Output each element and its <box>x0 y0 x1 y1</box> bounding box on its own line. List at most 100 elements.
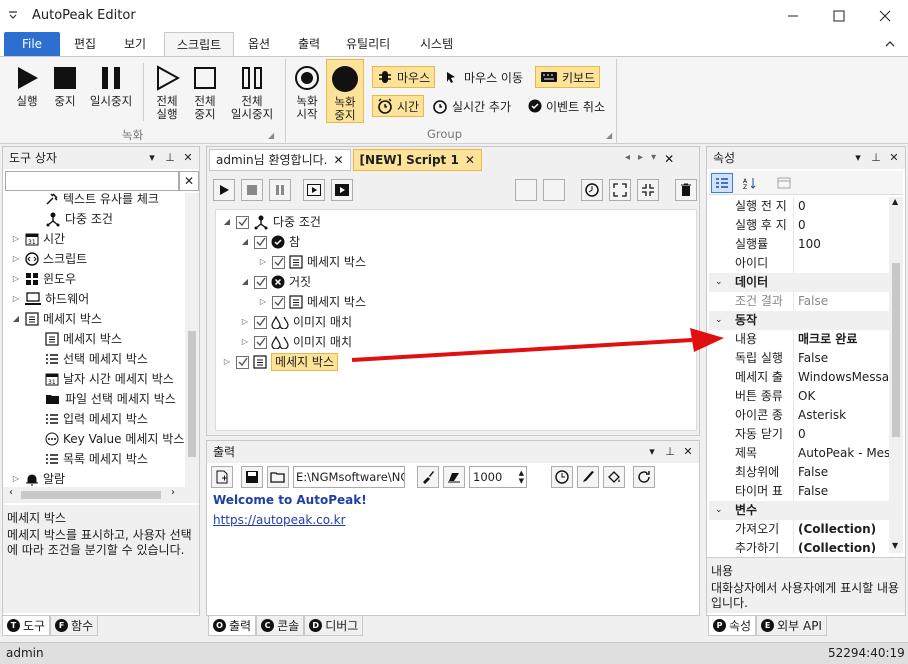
mouse-toggle[interactable]: 마우스 <box>372 66 436 88</box>
group-launcher-icon[interactable]: ◢ <box>268 131 274 140</box>
realtime-add-toggle[interactable]: 실시간 추가 <box>428 95 515 117</box>
mouse-move-toggle[interactable]: 마우스 이동 <box>440 66 527 88</box>
property-category[interactable]: ⌄ 데이터 <box>709 273 889 292</box>
property-value[interactable]: (Collection) <box>793 520 889 539</box>
property-value[interactable]: AutoPeak - Messa <box>793 444 889 463</box>
menu-tab-output[interactable]: 출력 <box>286 32 332 56</box>
stepper-arrows-icon[interactable]: ▲ ▼ <box>519 469 526 485</box>
property-value[interactable] <box>793 254 889 273</box>
script-node[interactable]: ◢ 참 <box>240 232 300 252</box>
tab-debug[interactable]: D 디버그 <box>304 616 364 636</box>
blank-button[interactable] <box>515 179 537 201</box>
toolbox-hscrollbar[interactable]: ‹ › <box>3 487 199 503</box>
property-pages-button[interactable] <box>773 173 795 193</box>
script-node[interactable]: ◢ 거짓 <box>240 272 311 292</box>
dropdown-icon[interactable]: ▾ <box>851 151 865 165</box>
run-button[interactable]: 실행 <box>8 63 46 108</box>
node-checkbox[interactable] <box>236 215 249 229</box>
menu-tab-view[interactable]: 보기 <box>112 32 158 56</box>
close-icon[interactable]: ✕ <box>681 445 695 459</box>
node-checkbox[interactable] <box>272 295 285 309</box>
menu-tab-options[interactable]: 옵션 <box>236 32 282 56</box>
pin-icon[interactable]: ⊥ <box>869 151 883 165</box>
script-node[interactable]: ▷ 메세지 박스 <box>222 352 339 372</box>
close-icon[interactable]: ✕ <box>181 151 195 165</box>
property-row[interactable]: 내용 매크로 완료 <box>709 330 889 349</box>
file-menu[interactable]: File <box>4 32 60 56</box>
property-value[interactable]: 100 <box>793 235 889 254</box>
step-button[interactable] <box>303 179 325 201</box>
script-node[interactable]: ▷ 이미지 매치 <box>240 312 352 332</box>
property-row[interactable]: 아이콘 종 Asterisk <box>709 406 889 425</box>
record-start-button[interactable]: 녹화 시작 <box>290 63 324 121</box>
expand-arrow-icon[interactable]: ▷ <box>11 229 21 249</box>
property-value[interactable]: 0 <box>793 197 889 216</box>
property-row[interactable]: 자동 닫기 0 <box>709 425 889 444</box>
timestamp-button[interactable] <box>551 466 573 488</box>
expand-arrow-icon[interactable]: ▷ <box>240 312 250 332</box>
toolbox-item[interactable]: 텍스트 유사를 체크 <box>45 193 159 209</box>
property-row[interactable]: 실행률 100 <box>709 235 889 254</box>
expand-arrow-icon[interactable]: ▷ <box>11 249 21 269</box>
close-tab-icon[interactable]: ✕ <box>465 149 475 171</box>
property-value[interactable]: False <box>793 292 889 311</box>
collapse-chevron-icon[interactable]: ⌄ <box>715 273 723 292</box>
close-button[interactable] <box>862 0 908 32</box>
script-run-button[interactable] <box>213 179 235 201</box>
quick-access-icon[interactable] <box>6 8 20 22</box>
property-category[interactable]: ⌄ 동작 <box>709 311 889 330</box>
open-folder-button[interactable] <box>267 466 289 488</box>
toolbox-item[interactable]: ▷ 31 시간 <box>11 229 65 249</box>
property-value[interactable]: OK <box>793 387 889 406</box>
tab-welcome[interactable]: admin님 환영합니다. ✕ <box>209 149 351 171</box>
collapse-ribbon-icon[interactable] <box>884 38 896 50</box>
property-row[interactable]: 최상위에 False <box>709 463 889 482</box>
close-tab-icon[interactable]: ✕ <box>333 149 343 171</box>
menu-tab-system[interactable]: 시스템 <box>408 32 465 56</box>
dropdown-icon[interactable]: ▾ <box>651 152 656 166</box>
pause-all-button[interactable]: 전체 일시중지 <box>226 63 278 121</box>
script-node[interactable]: ▷ 이미지 매치 <box>240 332 352 352</box>
toolbox-item[interactable]: 선택 메세지 박스 <box>45 349 148 369</box>
expand-arrow-icon[interactable]: ▷ <box>11 469 21 487</box>
maximize-button[interactable] <box>816 0 862 32</box>
line-count-stepper[interactable]: 1000 ▲ ▼ <box>469 466 527 488</box>
collapse-arrow-icon[interactable]: ◢ <box>240 232 250 252</box>
step-into-button[interactable] <box>331 179 353 201</box>
brush-button[interactable] <box>577 466 599 488</box>
event-cancel-toggle[interactable]: 이벤트 취소 <box>524 95 609 117</box>
tab-tools[interactable]: T 도구 <box>2 616 51 636</box>
toolbox-item[interactable]: 메세지 박스 <box>45 329 122 349</box>
property-row[interactable]: 추가하기 (Collection) <box>709 539 889 553</box>
toolbox-item[interactable]: ◢ 메세지 박스 <box>11 309 102 329</box>
fill-button[interactable] <box>603 466 625 488</box>
new-log-button[interactable] <box>211 466 233 488</box>
pause-button[interactable]: 일시중지 <box>84 63 138 108</box>
toolbox-item[interactable]: ▷ 윈도우 <box>11 269 76 289</box>
toolbox-item[interactable]: 31 날자 시간 메세지 박스 <box>45 369 174 389</box>
tab-properties[interactable]: P 속성 <box>708 616 757 636</box>
close-icon[interactable]: ✕ <box>887 151 901 165</box>
property-row[interactable]: 버튼 종류 OK <box>709 387 889 406</box>
dropdown-icon[interactable]: ▾ <box>645 445 659 459</box>
node-checkbox[interactable] <box>236 355 249 369</box>
scroll-right-icon[interactable]: ▸ <box>638 152 643 166</box>
time-toggle[interactable]: 시간 <box>372 95 425 117</box>
expand-arrow-icon[interactable]: ▷ <box>258 252 268 272</box>
collapse-button[interactable] <box>637 179 659 201</box>
property-row[interactable]: 메세지 출 WindowsMessage <box>709 368 889 387</box>
collapse-arrow-icon[interactable]: ◢ <box>11 309 21 329</box>
toolbox-vscrollbar[interactable] <box>185 193 199 487</box>
refresh-button[interactable] <box>633 466 655 488</box>
node-checkbox[interactable] <box>254 275 267 289</box>
stop-all-button[interactable]: 전체 중지 <box>186 63 224 121</box>
tab-external-api[interactable]: E 외부 API <box>756 616 827 636</box>
expand-arrow-icon[interactable]: ▷ <box>11 269 21 289</box>
keyboard-toggle[interactable]: 키보드 <box>535 66 601 88</box>
properties-vscrollbar[interactable]: ▲ ▼ <box>889 197 903 553</box>
toolbox-item[interactable]: 파일 선택 메세지 박스 <box>45 389 176 409</box>
property-category[interactable]: ⌄ 변수 <box>709 501 889 520</box>
property-value[interactable]: WindowsMessage <box>793 368 889 387</box>
property-value[interactable]: 매크로 완료 <box>793 330 889 349</box>
expand-arrow-icon[interactable]: ▷ <box>11 289 21 309</box>
